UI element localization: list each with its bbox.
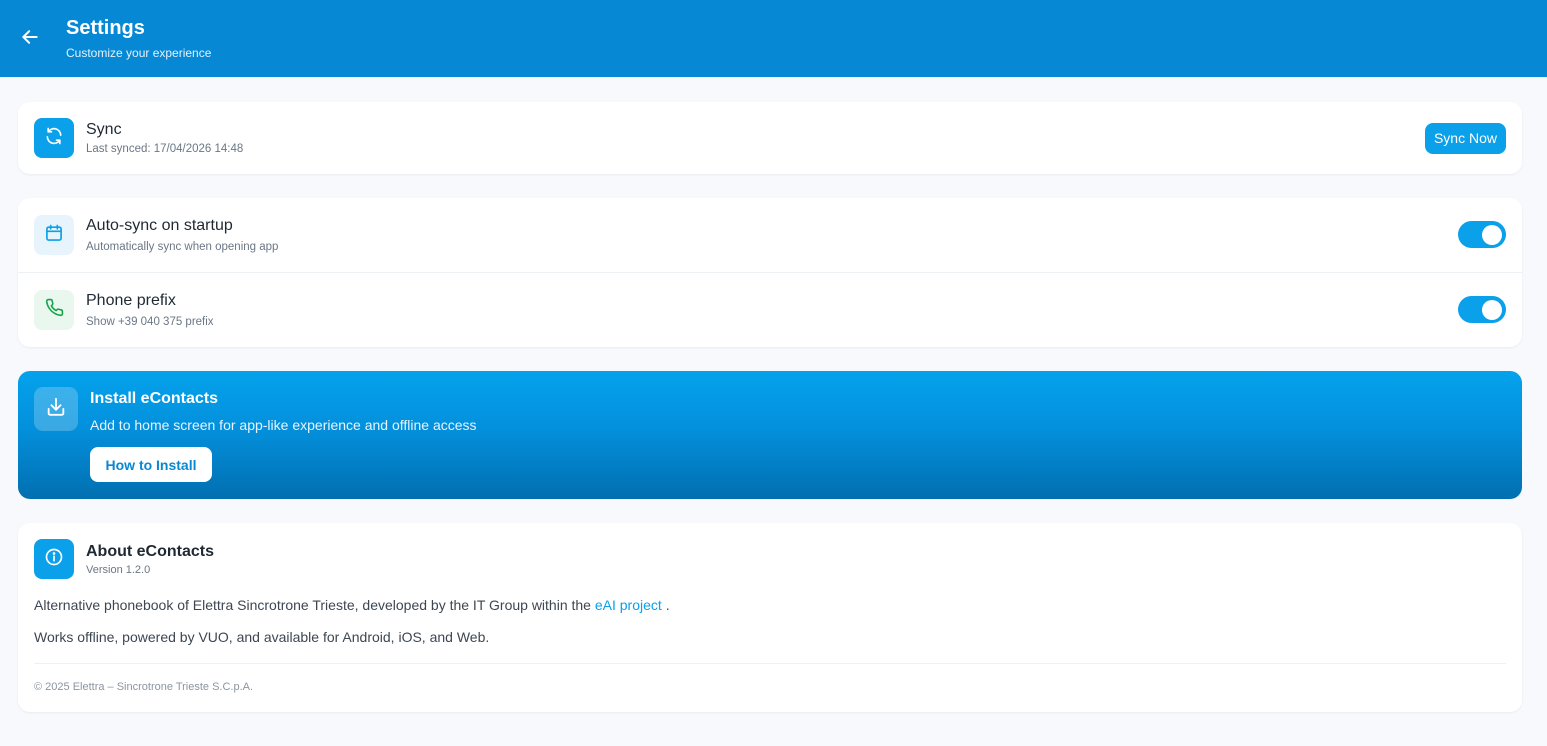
sync-now-button[interactable]: Sync Now xyxy=(1424,123,1506,154)
auto-sync-toggle[interactable] xyxy=(1458,221,1506,248)
description-suffix: . xyxy=(665,597,670,613)
row-divider xyxy=(18,272,1522,273)
phone-prefix-toggle[interactable] xyxy=(1458,296,1506,323)
download-icon xyxy=(45,396,67,423)
refresh-icon xyxy=(44,126,64,151)
sync-icon-box xyxy=(34,118,74,158)
about-platforms-text: Works offline, powered by VUO, and avail… xyxy=(34,629,490,645)
eai-project-link[interactable]: eAI project xyxy=(595,597,662,613)
install-subtitle: Add to home screen for app-like experien… xyxy=(90,417,477,433)
sync-title: Sync xyxy=(86,121,122,138)
page-subtitle: Customize your experience xyxy=(66,46,212,60)
install-title: Install eContacts xyxy=(90,390,219,407)
toggle-knob xyxy=(1482,299,1502,320)
arrow-left-icon xyxy=(20,27,40,52)
toggle-knob xyxy=(1482,224,1502,245)
last-synced-text: Last synced: 17/04/2026 14:48 xyxy=(86,143,244,155)
phone-prefix-title: Phone prefix xyxy=(86,292,176,309)
app-header: Settings Customize your experience xyxy=(0,0,1547,77)
phone-prefix-subtitle: Show +39 040 375 prefix xyxy=(86,316,214,328)
about-title: About eContacts xyxy=(86,543,214,560)
description-text: Alternative phonebook of Elettra Sincrot… xyxy=(34,597,591,613)
auto-sync-icon-box xyxy=(34,215,74,255)
calendar-icon xyxy=(44,223,64,248)
about-icon-box xyxy=(34,539,74,579)
about-description: Alternative phonebook of Elettra Sincrot… xyxy=(34,597,670,613)
copyright-text: © 2025 Elettra – Sincrotrone Trieste S.C… xyxy=(34,681,254,693)
preferences-card: Auto-sync on startup Automatically sync … xyxy=(18,198,1522,347)
phone-prefix-icon-box xyxy=(34,290,74,330)
about-divider xyxy=(34,663,1506,664)
sync-card: Sync Last synced: 17/04/2026 14:48 Sync … xyxy=(18,102,1522,174)
about-card: About eContacts Version 1.2.0 Alternativ… xyxy=(18,523,1522,712)
install-icon-box xyxy=(34,387,78,431)
how-to-install-button[interactable]: How to Install xyxy=(90,447,212,482)
install-banner: Install eContacts Add to home screen for… xyxy=(18,371,1522,499)
info-icon xyxy=(44,547,64,572)
auto-sync-subtitle: Automatically sync when opening app xyxy=(86,241,279,253)
version-text: Version 1.2.0 xyxy=(86,564,151,576)
page-title: Settings xyxy=(66,17,145,39)
back-button[interactable] xyxy=(16,25,44,53)
auto-sync-title: Auto-sync on startup xyxy=(86,217,233,234)
phone-icon xyxy=(45,298,64,322)
